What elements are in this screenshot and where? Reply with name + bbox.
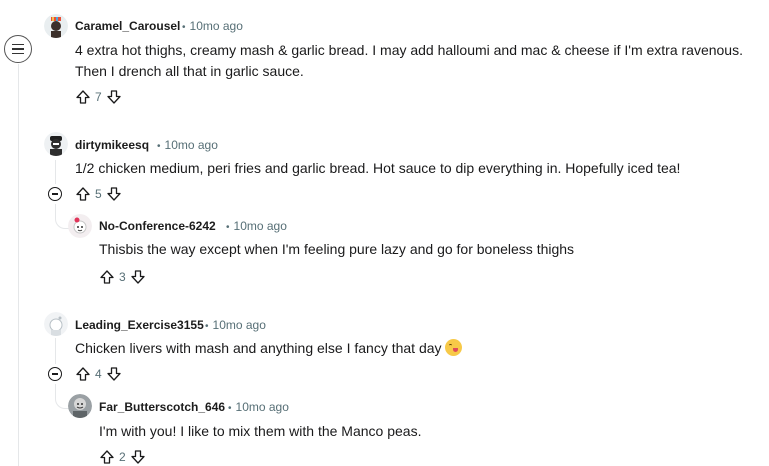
menu-toggle-button[interactable] [4,35,32,63]
avatar-caramel-carousel[interactable] [44,14,68,38]
comment-author[interactable]: Far_Butterscotch_646 [99,400,225,414]
comment-meta: • 10mo ago [226,219,287,233]
upvote-icon[interactable] [99,449,115,465]
downvote-icon[interactable] [106,366,122,382]
menu-line [12,52,24,55]
meta-separator: • [157,141,161,152]
meta-separator: • [205,321,209,332]
vote-count: 4 [95,367,102,381]
menu-line [12,48,24,50]
vote-bar: 5 [75,185,122,203]
comment-body: I'm with you! I like to mix them with th… [99,423,422,439]
vote-bar: 4 [75,365,122,383]
comment-timestamp[interactable]: 10mo ago [190,19,243,33]
avatar-image [44,14,68,38]
meta-separator: • [182,22,186,33]
avatar-dirtymikeesq[interactable] [44,132,68,156]
main-thread-line [18,64,19,466]
comment-timestamp[interactable]: 10mo ago [213,318,266,332]
comment-body: 4 extra hot thighs, creamy mash & garlic… [75,40,765,82]
thread-line-2 [55,160,56,184]
comment-author[interactable]: Leading_Exercise3155 [75,318,204,332]
avatar-image [68,214,92,238]
avatar-image [68,394,92,418]
thread-line-3 [55,338,56,364]
comment-meta: • 10mo ago [157,138,218,152]
upvote-icon[interactable] [75,89,91,105]
downvote-icon[interactable] [130,449,146,465]
comment-timestamp[interactable]: 10mo ago [236,400,289,414]
comment-author[interactable]: Caramel_Carousel [75,19,180,33]
avatar-image [44,132,68,156]
vote-count: 7 [95,90,102,104]
downvote-icon[interactable] [106,89,122,105]
vote-count: 3 [119,270,126,284]
vote-count: 5 [95,187,102,201]
avatar-image [44,312,68,336]
downvote-icon[interactable] [130,269,146,285]
avatar-leading-exercise3155[interactable] [44,312,68,336]
meta-separator: • [226,222,230,233]
downvote-icon[interactable] [106,186,122,202]
comment-body: Chicken livers with mash and anything el… [75,338,765,359]
comment-timestamp[interactable]: 10mo ago [165,138,218,152]
comment-meta: • 10mo ago [182,19,243,33]
comment-body-text: Chicken livers with mash and anything el… [75,340,442,356]
comment-author[interactable]: dirtymikeesq [75,138,149,152]
comment-meta: • 10mo ago [205,318,266,332]
comment-meta: • 10mo ago [228,400,289,414]
comment-body: Thisbis the way except when I'm feeling … [99,241,575,257]
upvote-icon[interactable] [75,186,91,202]
yum-face-emoji [444,339,462,356]
vote-count: 2 [119,450,126,464]
avatar-no-conference-6242[interactable] [68,214,92,238]
upvote-icon[interactable] [99,269,115,285]
avatar-far-butterscotch-646[interactable] [68,394,92,418]
meta-separator: • [228,403,232,414]
vote-bar: 3 [99,268,146,286]
comment-body-line: 4 extra hot thighs, creamy mash & garlic… [75,42,743,58]
comment-body-line: Then I drench all that in garlic sauce. [75,63,304,79]
collapse-thread-button[interactable] [48,367,62,381]
vote-bar: 7 [75,88,122,106]
collapse-thread-button[interactable] [48,187,62,201]
menu-line [12,43,24,46]
upvote-icon[interactable] [75,366,91,382]
comment-body: 1/2 chicken medium, peri fries and garli… [75,160,681,176]
vote-bar: 2 [99,448,146,466]
comment-timestamp[interactable]: 10mo ago [234,219,287,233]
comment-author[interactable]: No-Conference-6242 [99,219,216,233]
